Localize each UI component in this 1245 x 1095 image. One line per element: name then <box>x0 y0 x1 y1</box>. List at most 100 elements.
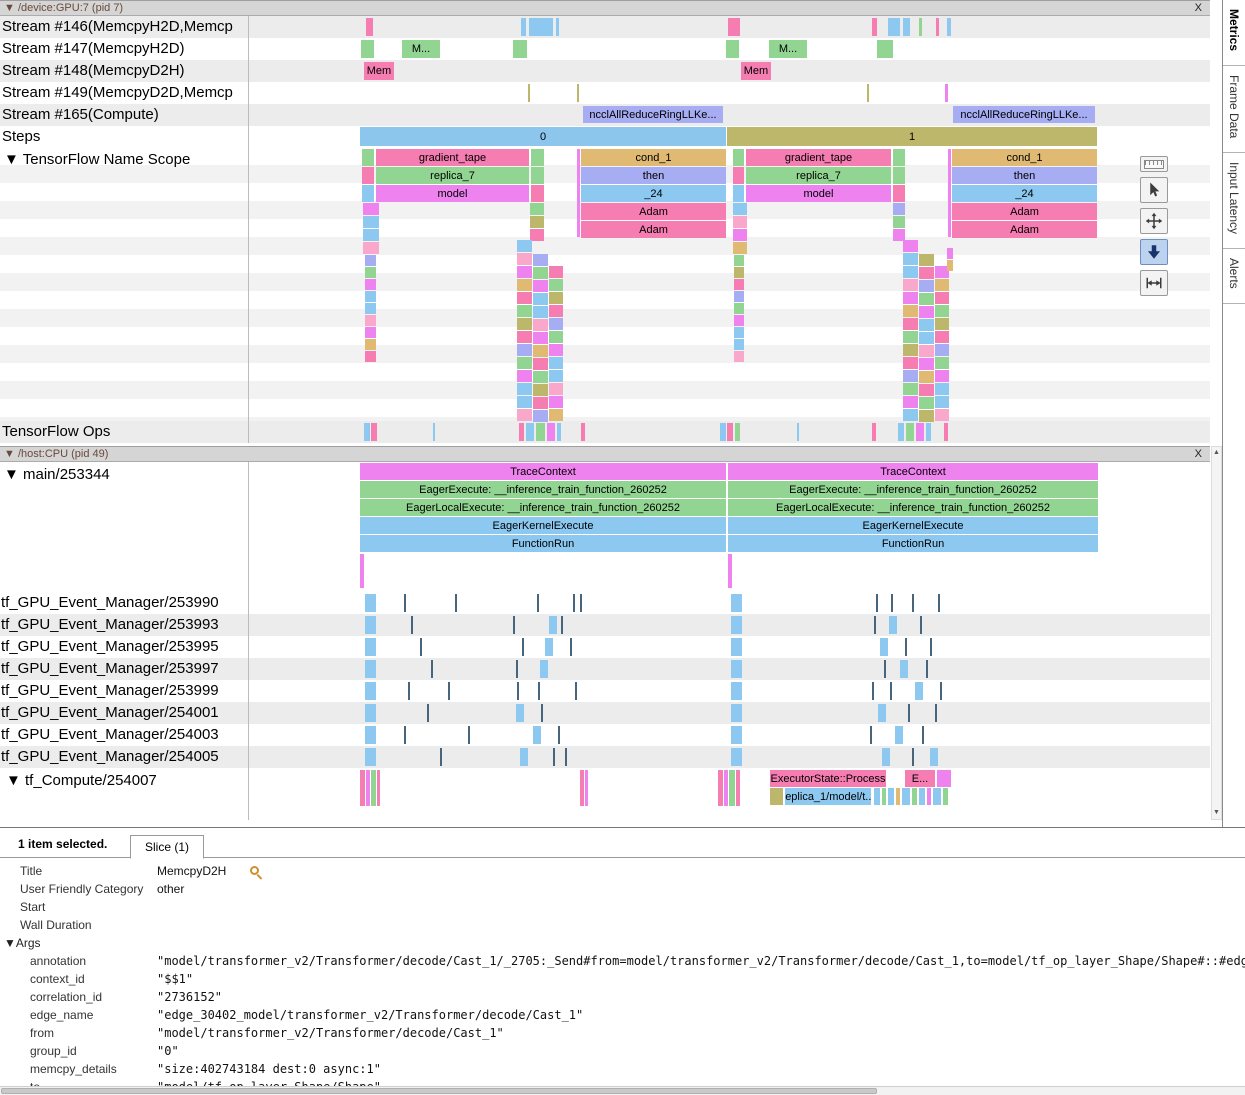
trace-slice[interactable] <box>896 788 900 805</box>
trace-slice[interactable] <box>549 396 563 408</box>
trace-slice[interactable] <box>533 726 541 744</box>
trace-slice[interactable] <box>371 770 376 806</box>
trace-slice[interactable] <box>580 770 584 806</box>
trace-slice[interactable] <box>533 254 548 266</box>
trace-slice[interactable] <box>903 279 918 291</box>
trace-slice[interactable] <box>919 788 925 805</box>
trace-slice[interactable] <box>365 315 376 326</box>
trace-slice[interactable] <box>903 305 918 317</box>
slice-replica-1-model-t[interactable]: replica_1/model/t... <box>785 788 871 805</box>
trace-slice[interactable] <box>728 18 740 36</box>
trace-slice[interactable] <box>365 748 376 766</box>
trace-slice[interactable] <box>889 616 897 634</box>
trace-slice[interactable] <box>926 660 928 678</box>
trace-slice[interactable] <box>363 229 379 241</box>
trace-slice[interactable] <box>517 318 532 330</box>
trace-slice[interactable] <box>734 351 744 362</box>
trace-slice[interactable] <box>878 704 886 722</box>
trace-slice[interactable] <box>440 748 442 766</box>
slice-eagerlocalexecute-inference-train-function-260252[interactable]: EagerLocalExecute: __inference_train_fun… <box>360 499 726 516</box>
slice-eagerkernelexecute[interactable]: EagerKernelExecute <box>360 517 726 534</box>
trace-slice[interactable] <box>570 638 572 656</box>
gpu-panel-title[interactable]: ▼ /device:GPU:7 (pid 7) <box>4 2 123 14</box>
trace-slice[interactable] <box>884 660 886 678</box>
trace-slice[interactable] <box>517 383 532 395</box>
trace-slice[interactable] <box>903 331 918 343</box>
trace-slice[interactable] <box>408 682 410 700</box>
trace-slice[interactable] <box>734 255 744 266</box>
trace-slice[interactable] <box>537 594 539 612</box>
timing-tool-button[interactable] <box>1140 270 1168 296</box>
trace-slice[interactable] <box>935 344 949 356</box>
trace-slice[interactable] <box>882 788 886 805</box>
trace-slice[interactable] <box>734 327 744 338</box>
trace-slice[interactable] <box>364 423 370 441</box>
slice-model[interactable]: model <box>746 185 891 202</box>
trace-slice[interactable] <box>517 331 532 343</box>
trace-slice[interactable] <box>573 594 575 612</box>
trace-slice[interactable] <box>404 726 406 744</box>
trace-slice[interactable] <box>365 594 376 612</box>
trace-slice[interactable] <box>731 726 742 744</box>
trace-slice[interactable] <box>935 318 949 330</box>
cpu-panel-title[interactable]: ▼ /host:CPU (pid 49) <box>4 448 108 460</box>
trace-slice[interactable] <box>720 423 726 441</box>
trace-slice[interactable] <box>903 253 918 265</box>
trace-slice[interactable] <box>517 292 532 304</box>
trace-slice[interactable] <box>906 423 914 441</box>
trace-slice[interactable] <box>365 616 376 634</box>
trace-slice[interactable] <box>549 616 557 634</box>
side-tab-input-latency[interactable]: Input Latency <box>1223 153 1245 249</box>
trace-slice[interactable] <box>898 423 904 441</box>
trace-slice[interactable] <box>533 319 548 331</box>
trace-slice[interactable] <box>731 616 742 634</box>
trace-slice[interactable] <box>733 216 747 228</box>
slice-ncclallreduceringllke[interactable]: ncclAllReduceRingLLKe... <box>583 106 723 123</box>
trace-slice[interactable] <box>520 748 528 766</box>
trace-slice[interactable] <box>874 788 880 805</box>
trace-slice[interactable] <box>935 409 949 421</box>
trace-slice[interactable] <box>365 327 376 338</box>
trace-slice[interactable] <box>937 770 951 787</box>
slice-gradient-tape[interactable]: gradient_tape <box>746 149 891 166</box>
trace-slice[interactable] <box>553 748 555 766</box>
trace-slice[interactable] <box>455 594 457 612</box>
slice-model[interactable]: model <box>376 185 529 202</box>
trace-slice[interactable] <box>427 704 429 722</box>
trace-slice[interactable] <box>365 291 376 302</box>
trace-slice[interactable] <box>580 594 582 612</box>
trace-slice[interactable] <box>365 351 376 362</box>
trace-slice[interactable] <box>724 770 728 806</box>
trace-slice[interactable] <box>526 423 534 441</box>
vertical-scrollbar[interactable]: ▲ ▼ <box>1211 446 1222 820</box>
trace-slice[interactable] <box>533 280 548 292</box>
slice-e[interactable]: E... <box>905 770 935 787</box>
trace-slice[interactable] <box>468 726 470 744</box>
trace-slice[interactable] <box>366 18 373 36</box>
trace-slice[interactable] <box>935 305 949 317</box>
trace-slice[interactable] <box>919 332 934 344</box>
trace-slice[interactable] <box>893 149 905 166</box>
trace-slice[interactable] <box>365 682 376 700</box>
trace-slice[interactable] <box>549 331 563 343</box>
trace-slice[interactable] <box>538 682 540 700</box>
trace-slice[interactable] <box>735 423 740 441</box>
trace-slice[interactable] <box>517 240 532 252</box>
trace-slice[interactable] <box>365 267 376 278</box>
trace-slice[interactable] <box>919 358 934 370</box>
trace-slice[interactable] <box>517 253 532 265</box>
trace-slice[interactable] <box>930 748 938 766</box>
trace-slice[interactable] <box>919 18 922 36</box>
trace-slice[interactable] <box>533 397 548 409</box>
trace-slice[interactable] <box>365 638 376 656</box>
trace-slice[interactable] <box>903 318 918 330</box>
trace-slice[interactable] <box>935 704 937 722</box>
trace-slice[interactable] <box>533 293 548 305</box>
trace-slice[interactable] <box>919 280 934 292</box>
trace-slice[interactable] <box>365 339 376 350</box>
trace-slice[interactable] <box>549 305 563 317</box>
trace-slice[interactable] <box>919 384 934 396</box>
trace-slice[interactable] <box>533 384 548 396</box>
pan-tool-button[interactable] <box>1140 208 1168 234</box>
trace-slice[interactable] <box>521 18 526 36</box>
